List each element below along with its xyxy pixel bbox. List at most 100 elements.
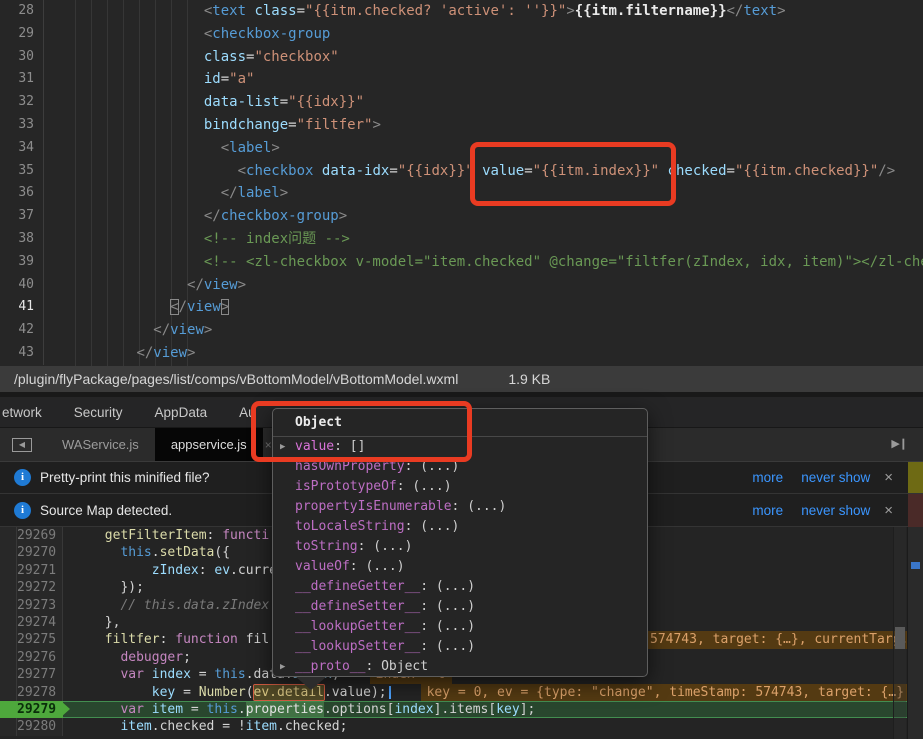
- source-scrollbar[interactable]: [893, 527, 906, 739]
- code-line[interactable]: 32 data-list="{{idx}}": [0, 91, 923, 114]
- popup-property-row[interactable]: __lookupSetter__: (...): [273, 637, 647, 657]
- popup-property-row[interactable]: valueOf: (...): [273, 557, 647, 577]
- popup-property-row[interactable]: ▶ __proto__: Object: [273, 657, 647, 676]
- property-name: toLocaleString: [295, 519, 405, 534]
- code-line[interactable]: 30 class="checkbox": [0, 45, 923, 69]
- line-number[interactable]: 38: [0, 227, 44, 251]
- scroll-marker: [911, 562, 920, 569]
- line-number[interactable]: 29270: [17, 544, 64, 562]
- line-number[interactable]: 33: [0, 113, 44, 137]
- code-line[interactable]: 31 id="a": [0, 68, 923, 92]
- code-line[interactable]: 43 </view>: [0, 341, 923, 365]
- popup-property-row[interactable]: __defineGetter__: (...): [273, 577, 647, 597]
- line-number[interactable]: 37: [0, 205, 44, 228]
- breakpoint-gutter[interactable]: [0, 631, 17, 649]
- line-number[interactable]: 29277: [17, 666, 64, 684]
- line-number[interactable]: 32: [0, 91, 44, 114]
- line-number[interactable]: 34: [0, 136, 44, 160]
- line-number[interactable]: 43: [0, 341, 44, 365]
- line-number[interactable]: 29273: [17, 596, 64, 614]
- wxml-editor[interactable]: 28 <text class="{{itm.checked? 'active':…: [0, 0, 923, 366]
- line-number[interactable]: 29279: [17, 700, 64, 719]
- breakpoint-gutter[interactable]: [0, 613, 17, 632]
- line-number[interactable]: 29280: [17, 718, 64, 736]
- popup-property-row[interactable]: __defineSetter__: (...): [273, 597, 647, 617]
- property-value: (...): [435, 619, 476, 634]
- close-icon[interactable]: ×: [884, 502, 893, 519]
- breakpoint-gutter[interactable]: [0, 527, 17, 545]
- line-number[interactable]: 29275: [17, 631, 64, 649]
- popup-property-row[interactable]: propertyIsEnumerable: (...): [273, 497, 647, 517]
- line-number[interactable]: 29: [0, 22, 44, 46]
- line-number[interactable]: 41: [0, 296, 44, 320]
- infobar-link-more[interactable]: more: [752, 470, 783, 485]
- code-line[interactable]: 34 <label>: [0, 136, 923, 160]
- line-number[interactable]: 30: [0, 45, 44, 69]
- navigator-toggle-icon[interactable]: ▶❙: [891, 437, 908, 450]
- line-number[interactable]: 29271: [17, 561, 64, 580]
- property-value: (...): [420, 519, 460, 534]
- panel-tab-etwork[interactable]: etwork: [2, 405, 42, 420]
- popup-property-row[interactable]: toString: (...): [273, 537, 647, 557]
- line-number[interactable]: 36: [0, 182, 44, 206]
- infobar-link-never-show[interactable]: never show: [801, 470, 870, 485]
- scrollbar-thumb[interactable]: [895, 627, 905, 649]
- line-number[interactable]: 40: [0, 273, 44, 297]
- code-line[interactable]: 37 </checkbox-group>: [0, 205, 923, 228]
- line-number[interactable]: 31: [0, 68, 44, 92]
- line-number[interactable]: 29274: [17, 613, 64, 632]
- source-line[interactable]: 29278 key = Number(ev.detail.value); key …: [0, 683, 923, 701]
- close-icon[interactable]: ×: [884, 469, 893, 486]
- expand-triangle-icon[interactable]: ▶: [280, 657, 285, 676]
- breakpoint-gutter[interactable]: [0, 648, 17, 667]
- source-line[interactable]: 29280 item.checked = !item.checked;: [0, 718, 923, 736]
- panel-tab-au[interactable]: Au: [239, 405, 256, 420]
- file-tab-list: WAService.js appservice.js ×: [46, 428, 272, 461]
- file-tab-waservice.js[interactable]: WAService.js: [46, 428, 155, 461]
- line-number[interactable]: 39: [0, 250, 44, 274]
- code-line[interactable]: 39 <!-- <zl-checkbox v-model="item.check…: [0, 250, 923, 274]
- code-line[interactable]: 40 </view>: [0, 273, 923, 297]
- code-line[interactable]: 28 <text class="{{itm.checked? 'active':…: [0, 0, 923, 23]
- sidebar-toggle-icon[interactable]: ◀: [12, 438, 32, 452]
- popup-arrow: [296, 677, 326, 690]
- infobar-link-never-show[interactable]: never show: [801, 503, 870, 518]
- line-number[interactable]: 29269: [17, 527, 64, 545]
- sidebar-sliver: [908, 494, 923, 527]
- property-value: (...): [420, 459, 460, 474]
- panel-tab-appdata[interactable]: AppData: [155, 405, 208, 420]
- line-number[interactable]: 35: [0, 159, 44, 183]
- panel-tab-security[interactable]: Security: [74, 405, 123, 420]
- code-line[interactable]: 29 <checkbox-group: [0, 22, 923, 46]
- code-line[interactable]: 35 <checkbox data-idx="{{idx}}" value="{…: [0, 159, 923, 183]
- popup-property-row[interactable]: ▶ value: []: [273, 437, 647, 457]
- code-line[interactable]: 42 </view>: [0, 319, 923, 342]
- popup-property-row[interactable]: isPrototypeOf: (...): [273, 477, 647, 497]
- code-line[interactable]: 33 bindchange="filtfer">: [0, 113, 923, 137]
- breakpoint-gutter[interactable]: [0, 666, 17, 684]
- breakpoint-gutter[interactable]: [0, 596, 17, 614]
- breakpoint-gutter[interactable]: [0, 718, 17, 736]
- line-number[interactable]: 28: [0, 0, 44, 23]
- code-line[interactable]: 38 <!-- index问题 -->: [0, 227, 923, 251]
- breakpoint-gutter[interactable]: [0, 579, 17, 597]
- file-tab-appservice.js[interactable]: appservice.js: [154, 428, 263, 461]
- popup-property-row[interactable]: __lookupGetter__: (...): [273, 617, 647, 637]
- right-panel-edge: [907, 527, 923, 739]
- line-number[interactable]: 29272: [17, 579, 64, 597]
- line-number[interactable]: 29276: [17, 648, 64, 667]
- breakpoint-gutter[interactable]: [0, 683, 17, 701]
- code-line[interactable]: 41 </view>: [0, 296, 923, 320]
- code-line[interactable]: 36 </label>: [0, 182, 923, 206]
- popup-property-row[interactable]: hasOwnProperty: (...): [273, 457, 647, 477]
- line-number[interactable]: 42: [0, 319, 44, 342]
- source-line[interactable]: 29279 var item = this.properties.options…: [0, 700, 923, 719]
- breakpoint-gutter[interactable]: [0, 700, 17, 719]
- breakpoint-gutter[interactable]: [0, 544, 17, 562]
- popup-property-row[interactable]: toLocaleString: (...): [273, 517, 647, 537]
- line-number[interactable]: 29278: [17, 683, 64, 701]
- breakpoint-gutter[interactable]: [0, 561, 17, 580]
- close-tab-icon[interactable]: ×: [265, 428, 272, 461]
- expand-triangle-icon[interactable]: ▶: [280, 437, 285, 457]
- infobar-link-more[interactable]: more: [752, 503, 783, 518]
